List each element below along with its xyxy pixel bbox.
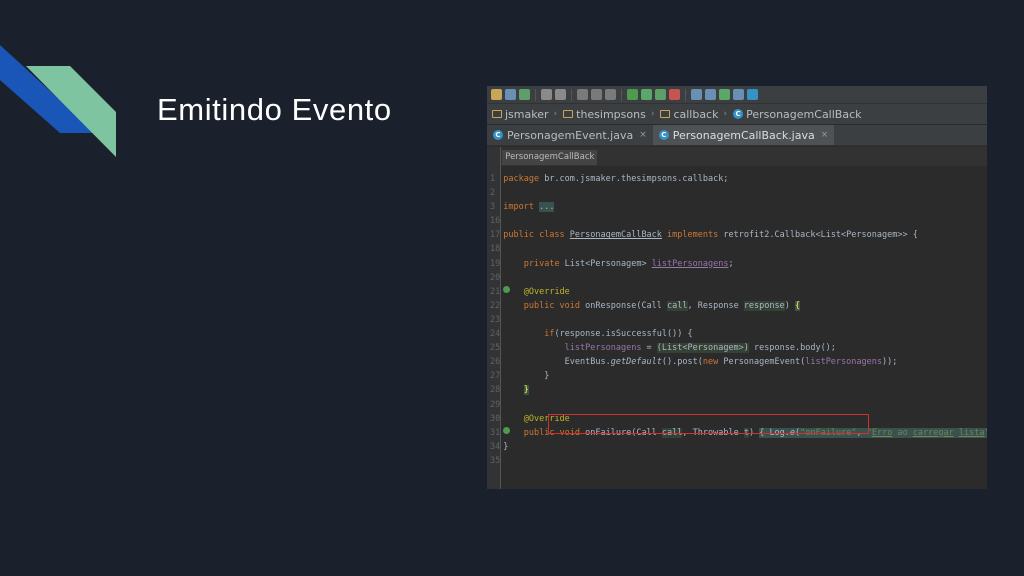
line-number: 25 [490,343,501,354]
avd-icon[interactable] [705,89,716,100]
line-number: 18 [490,244,501,255]
structure-crumb[interactable]: PersonagemCallBack [502,150,598,165]
line-number: 34 [490,441,501,452]
build-icon[interactable] [627,89,638,100]
line-number: 26 [490,357,501,368]
line-number: 1 [490,174,496,184]
tab-label: PersonagemEvent.java [507,128,634,142]
highlight-box [548,414,870,434]
code-line: public class PersonagemCallBack implemen… [503,230,918,241]
undo-icon[interactable] [541,89,552,100]
slide-title: Emitindo Evento [157,92,392,127]
nav-crumb-label: thesimpsons [576,107,646,121]
line-number: 21 [490,286,501,297]
folder-icon [563,110,574,118]
code-line: import ... [503,202,555,213]
class-icon: C [493,130,503,140]
tab-label: PersonagemCallBack.java [672,128,815,142]
line-number: 24 [490,329,501,340]
line-number: 17 [490,230,501,241]
close-icon[interactable]: × [639,130,647,140]
ide-screenshot: jsmaker › thesimpsons › callback › C Per… [487,86,987,489]
nav-crumb-label: jsmaker [505,107,549,121]
help-icon[interactable] [747,89,758,100]
sdk-icon[interactable] [691,89,702,100]
line-number: 28 [490,385,501,396]
code-line: } [503,371,550,382]
chevron-right-icon: › [723,109,728,119]
line-number: 31 [490,427,501,438]
code-line: public void onResponse(Call call, Respon… [523,300,801,311]
line-number: 20 [490,272,501,283]
toolbar-divider [535,88,536,101]
cut-icon[interactable] [577,89,588,100]
paste-icon[interactable] [605,89,616,100]
line-number: 3 [490,202,496,213]
line-number: 27 [490,371,501,382]
nav-crumb-label: PersonagemCallBack [746,107,862,121]
line-number: 16 [490,216,501,227]
line-number: 35 [490,455,501,466]
folder-icon [660,110,671,118]
code-editor[interactable]: 1 2 3 16 17 18 19 20 21 22 23 24 25 26 2… [487,147,987,489]
run-icon[interactable] [641,89,652,100]
code-line: @Override [523,286,570,297]
stop-icon[interactable] [669,89,680,100]
navigation-bar: jsmaker › thesimpsons › callback › C Per… [487,104,987,125]
editor-tabs: C PersonagemEvent.java × C PersonagemCal… [487,125,987,146]
structure-breadcrumb-bar: PersonagemCallBack [501,147,987,166]
gradle-icon[interactable] [719,89,730,100]
code-line: if(response.isSuccessful()) { [544,329,693,340]
nav-crumb-class[interactable]: C PersonagemCallBack [733,107,862,121]
tab-personagem-callback[interactable]: C PersonagemCallBack.java × [652,125,835,145]
ide-toolbar [487,86,987,104]
line-number: 2 [490,188,496,199]
copy-icon[interactable] [591,89,602,100]
code-line: EventBus.getDefault().post(new Personage… [503,357,898,368]
download-icon[interactable] [733,89,744,100]
close-icon[interactable]: × [821,130,829,140]
line-number: 29 [490,399,501,410]
chevron-right-icon: › [553,109,558,119]
redo-icon[interactable] [555,89,566,100]
chevron-right-icon: › [650,109,655,119]
class-icon: C [733,109,744,119]
decorative-corner-shapes [0,45,116,157]
nav-crumb-jsmaker[interactable]: jsmaker › [492,108,557,121]
tab-personagem-event[interactable]: C PersonagemEvent.java × [487,125,653,145]
class-icon: C [658,130,669,140]
nav-crumb-label: callback [673,107,719,121]
toolbar-divider [621,88,622,101]
line-gutter: 1 2 3 16 17 18 19 20 21 22 23 24 25 26 2… [487,147,510,489]
code-line: } [503,441,509,452]
nav-crumb-thesimpsons[interactable]: thesimpsons › [563,108,654,121]
line-number: 22 [490,300,501,311]
debug-icon[interactable] [655,89,666,100]
line-number: 23 [490,314,501,325]
code-area[interactable]: PersonagemCallBack package br.com.jsmake… [501,147,987,489]
code-line: private List<Personagem> listPersonagens… [523,258,734,269]
code-line: } [523,385,529,396]
sync-icon[interactable] [519,89,530,100]
save-icon[interactable] [505,89,516,100]
line-number: 19 [490,258,501,269]
toolbar-divider [571,88,572,101]
code-line: listPersonagens = (List<Personagem>) res… [564,343,836,354]
toolbar-divider [685,88,686,101]
line-number: 30 [490,413,501,424]
nav-crumb-callback[interactable]: callback › [660,108,727,121]
code-line: package br.com.jsmaker.thesimpsons.callb… [503,174,729,184]
open-icon[interactable] [491,89,502,100]
folder-icon [492,110,502,118]
